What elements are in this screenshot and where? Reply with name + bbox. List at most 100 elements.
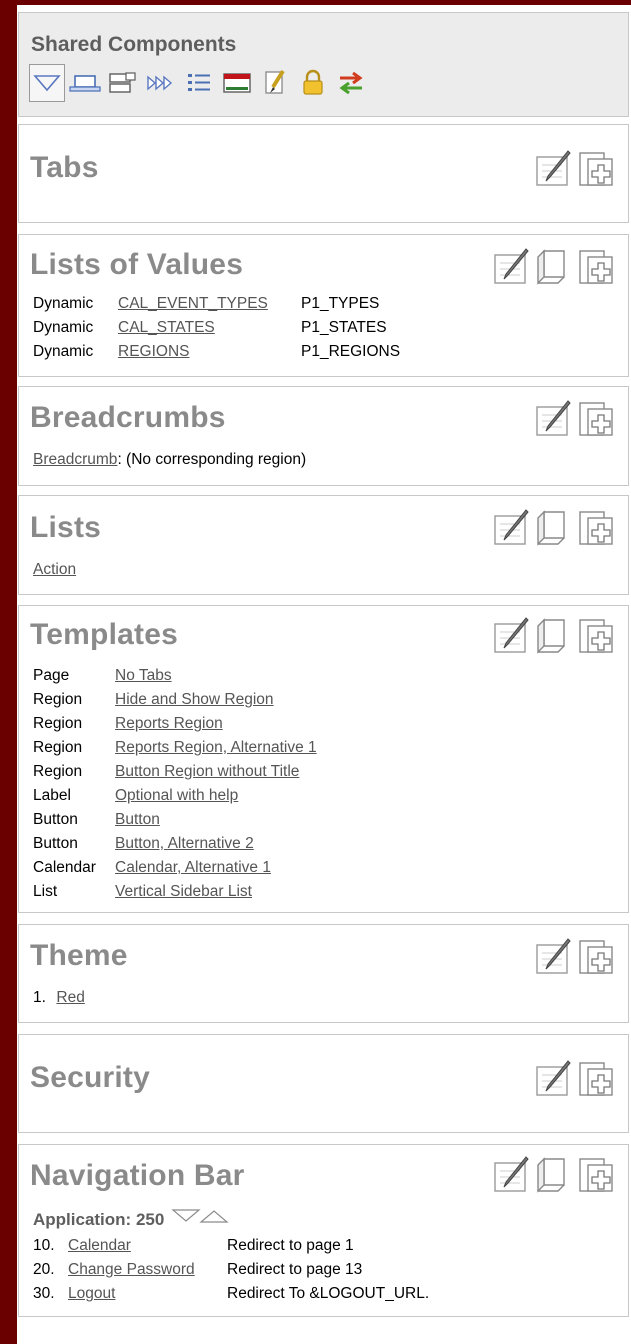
edit-icon[interactable] [534,1059,574,1099]
template-row: Region Hide and Show Region [33,689,274,711]
create-icon[interactable] [576,1155,616,1195]
breadcrumb-row: Breadcrumb: (No corresponding region) [33,449,306,471]
copy-icon[interactable] [534,616,574,656]
top-border [0,0,631,5]
create-icon[interactable] [576,399,616,439]
template-row: Calendar Calendar, Alternative 1 [33,857,271,879]
template-link[interactable]: Reports Region [115,713,223,735]
lov-row: Dynamic REGIONS P1_REGIONS [33,341,400,363]
template-link[interactable]: Vertical Sidebar List [115,881,252,903]
edit-icon[interactable] [534,937,574,977]
copy-icon[interactable] [534,1155,574,1195]
theme-brush-icon[interactable] [257,64,293,102]
edit-icon[interactable] [492,616,532,656]
template-type: Label [33,787,71,804]
template-link[interactable]: Optional with help [115,785,238,807]
entry-link[interactable]: Change Password [68,1259,195,1281]
list-row: Action [33,559,76,581]
template-row: Button Button [33,809,160,831]
application-row: Application: 250 [33,1207,229,1233]
create-icon[interactable] [576,508,616,548]
template-type: Calendar [33,859,96,876]
template-link[interactable]: Reports Region, Alternative 1 [115,737,317,759]
window-icon[interactable] [67,64,103,102]
create-icon[interactable] [576,937,616,977]
region-tools [492,1155,616,1195]
edit-icon[interactable] [534,399,574,439]
template-row: Region Reports Region, Alternative 1 [33,737,317,759]
lov-link[interactable]: CAL_EVENT_TYPES [118,293,268,315]
entry-sequence: 10. [33,1237,55,1254]
region-tools [534,937,616,977]
theme-row: 1. Red [33,987,85,1009]
template-row: Region Button Region without Title [33,761,299,783]
template-link[interactable]: Button Region without Title [115,761,299,783]
application-label: Application: 250 [33,1210,165,1229]
template-row: Page No Tabs [33,665,172,687]
navigation-bar-region: Navigation Bar Application: 250 10. Cale… [18,1144,629,1317]
list-icon[interactable] [181,64,217,102]
lov-type: Dynamic [33,319,94,336]
template-link[interactable]: Hide and Show Region [115,689,274,711]
breadcrumb-note: : (No corresponding region) [117,451,307,468]
create-icon[interactable] [576,616,616,656]
region-title: Breadcrumbs [30,401,226,434]
lists-region: Lists Action [18,495,629,595]
breadcrumb-link[interactable]: Breadcrumb [33,451,117,468]
arrows-icon[interactable] [143,64,179,102]
entry-target: Redirect To &LOGOUT_URL. [227,1285,430,1302]
collapse-triangle-icon[interactable] [171,1207,229,1227]
nav-entry-row: 10. Calendar Redirect to page 1 [33,1235,354,1257]
region-title: Security [30,1061,150,1094]
region-tools [492,508,616,548]
edit-icon[interactable] [492,1155,532,1195]
region-tools [534,149,616,189]
template-row: List Vertical Sidebar List [33,881,252,903]
copy-icon[interactable] [534,247,574,287]
template-link[interactable]: Calendar, Alternative 1 [115,857,271,879]
create-icon[interactable] [576,1059,616,1099]
edit-icon[interactable] [492,508,532,548]
region-title: Theme [30,939,128,972]
entry-target: Redirect to page 13 [227,1261,363,1278]
template-link[interactable]: Button, Alternative 2 [115,833,254,855]
region-icon[interactable] [105,64,141,102]
edit-icon[interactable] [534,149,574,189]
template-type: List [33,883,58,900]
lists-of-values-region: Lists of Values Dynamic CAL_EVENT_TYPES … [18,234,629,377]
entry-target: Redirect to page 1 [227,1237,354,1254]
lov-row: Dynamic CAL_STATES P1_STATES [33,317,387,339]
entry-sequence: 30. [33,1285,55,1302]
panel-title: Shared Components [31,33,237,56]
template-icon[interactable] [219,64,255,102]
template-link[interactable]: Button [115,809,160,831]
list-link[interactable]: Action [33,561,76,578]
tabs-region: Tabs [18,124,629,223]
nav-entry-row: 30. Logout Redirect To &LOGOUT_URL. [33,1283,429,1305]
edit-icon[interactable] [492,247,532,287]
lock-icon[interactable] [295,64,331,102]
create-icon[interactable] [576,149,616,189]
templates-region: Templates Page No Tabs Region Hide and Sho… [18,605,629,913]
template-type: Region [33,691,83,708]
template-row: Button Button, Alternative 2 [33,833,254,855]
security-region: Security [18,1034,629,1133]
lov-link[interactable]: REGIONS [118,341,189,363]
region-title: Templates [30,618,178,651]
lov-item: P1_TYPES [301,295,380,312]
entry-link[interactable]: Calendar [68,1235,131,1257]
copy-icon[interactable] [534,508,574,548]
shared-components-panel: Shared Components [18,12,629,117]
entry-link[interactable]: Logout [68,1283,115,1305]
create-icon[interactable] [576,247,616,287]
template-link[interactable]: No Tabs [115,665,172,687]
swap-arrows-icon[interactable] [333,64,369,102]
lov-link[interactable]: CAL_STATES [118,317,215,339]
template-type: Region [33,715,83,732]
lov-row: Dynamic CAL_EVENT_TYPES P1_TYPES [33,293,379,315]
theme-link[interactable]: Red [56,989,84,1006]
triangle-down-icon[interactable] [29,64,65,102]
template-type: Page [33,667,70,684]
region-title: Tabs [30,151,99,184]
template-row: Region Reports Region [33,713,223,735]
